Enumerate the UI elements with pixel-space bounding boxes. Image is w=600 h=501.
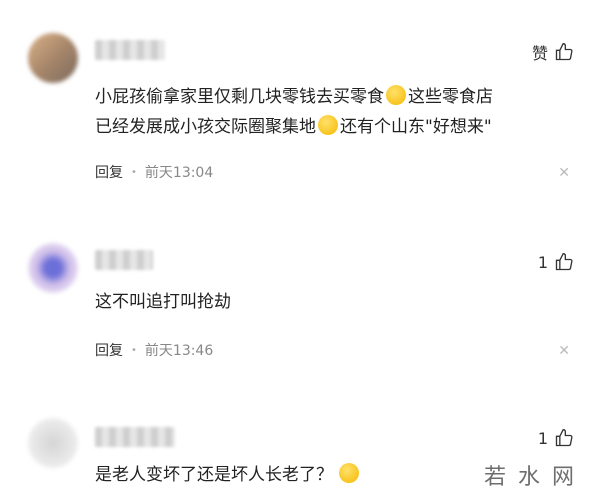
like-button[interactable]: 1 <box>538 428 574 448</box>
avatar[interactable] <box>28 33 78 83</box>
comment-meta: 回复 • 前天13:04 <box>95 162 213 182</box>
avatar[interactable] <box>28 418 78 468</box>
username[interactable] <box>95 40 165 60</box>
reply-button[interactable]: 回复 <box>95 162 123 182</box>
like-button[interactable]: 1 <box>538 252 574 272</box>
thumbs-up-icon <box>555 428 573 447</box>
timestamp: 前天13:46 <box>144 343 214 359</box>
thumbs-up-icon <box>555 252 573 271</box>
grin-emoji-icon <box>318 115 338 135</box>
separator-dot: • <box>131 344 137 356</box>
like-count: 1 <box>537 428 548 448</box>
comment-text: 这不叫追打叫抢劫 <box>95 292 231 312</box>
close-icon[interactable]: ✕ <box>558 165 570 181</box>
like-button[interactable]: 赞 <box>532 40 574 64</box>
avatar[interactable] <box>28 243 78 293</box>
thumbs-up-icon <box>555 42 573 61</box>
comment-meta: 回复 • 前天13:46 <box>95 340 213 360</box>
comment-text: 小屁孩偷拿家里仅剩几块零钱去买零食 这些零食店 已经发展成小孩交际圈聚集地 还有个山… <box>95 85 493 137</box>
username[interactable] <box>95 427 175 447</box>
watermark: 若水网 <box>483 465 586 490</box>
separator-dot: • <box>131 166 137 178</box>
like-count: 赞 <box>531 44 548 63</box>
close-icon[interactable]: ✕ <box>558 343 570 359</box>
smile-emoji-icon <box>386 85 406 105</box>
timestamp: 前天13:04 <box>144 165 214 181</box>
reply-button[interactable]: 回复 <box>95 340 123 360</box>
laughing-emoji-icon <box>339 463 359 483</box>
like-count: 1 <box>537 252 548 272</box>
username[interactable] <box>95 250 153 270</box>
